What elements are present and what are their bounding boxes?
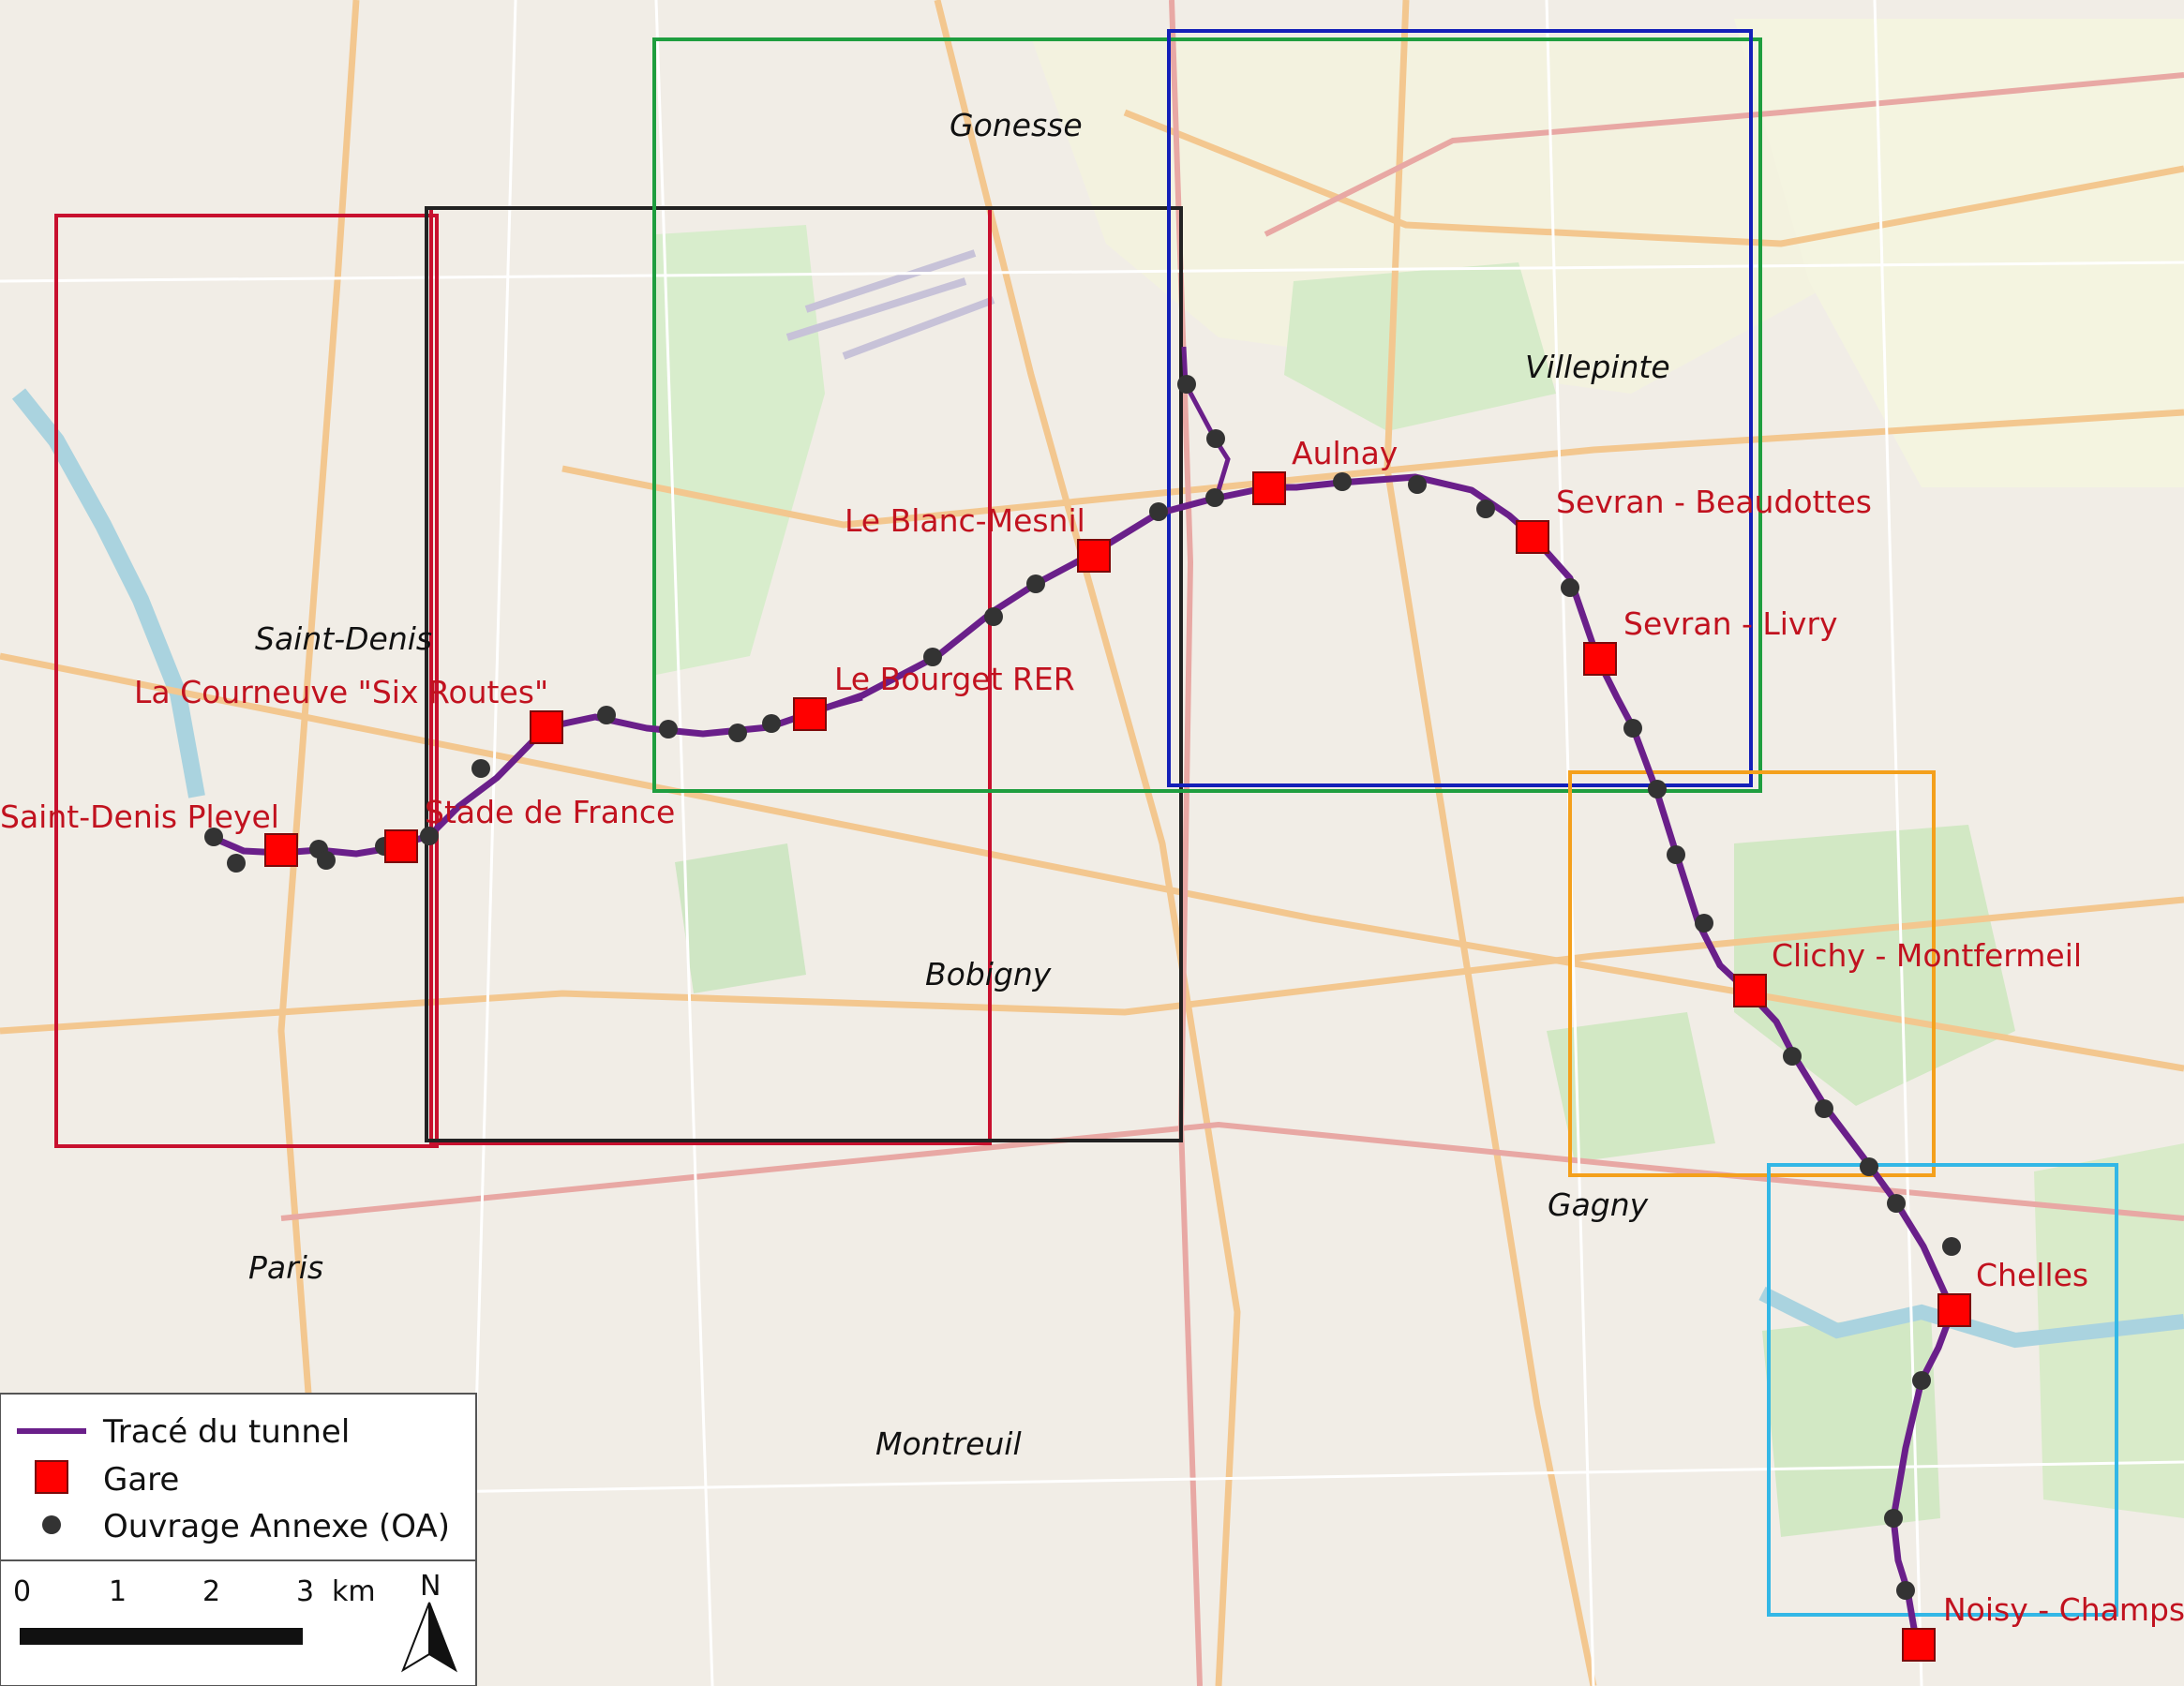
station-label-la-courneuve: La Courneuve "Six Routes" <box>134 674 548 710</box>
shaft <box>762 714 781 733</box>
shaft <box>1887 1194 1906 1213</box>
shaft <box>728 724 747 742</box>
legend-shaft-swatch <box>42 1515 61 1534</box>
shaft <box>1912 1371 1931 1390</box>
shaft <box>471 759 490 778</box>
scale-unit: km <box>332 1575 376 1608</box>
legend-station-label: Gare <box>103 1461 179 1499</box>
shaft <box>597 706 616 724</box>
scale-bar-seg-3 <box>208 1629 302 1644</box>
map-root: Saint-Denis Pleyel Stade de France La Co… <box>0 0 2184 1686</box>
shaft <box>1667 845 1685 864</box>
station-marker-chelles[interactable] <box>1937 1293 1971 1327</box>
station-marker-aulnay[interactable] <box>1252 471 1286 505</box>
legend-station-swatch <box>35 1460 68 1494</box>
tunnel-map[interactable]: Saint-Denis Pleyel Stade de France La Co… <box>0 0 2184 1686</box>
scale-tick-0: 0 <box>13 1575 31 1608</box>
city-label-gonesse: Gonesse <box>950 107 1083 143</box>
shaft <box>317 851 336 870</box>
shaft <box>1149 502 1168 521</box>
station-label-stade-de-france: Stade de France <box>425 794 675 830</box>
station-label-noisy-champs: Noisy - Champs <box>1943 1591 2184 1628</box>
shaft <box>1695 914 1713 933</box>
shaft <box>1884 1509 1903 1528</box>
city-label-paris: Paris <box>248 1249 323 1286</box>
shaft <box>1860 1157 1878 1176</box>
station-marker-saint-denis-pleyel[interactable] <box>264 833 298 867</box>
scale-tick-2: 2 <box>202 1575 220 1608</box>
station-label-le-bourget: Le Bourget RER <box>834 661 1075 697</box>
station-marker-le-blanc-mesnil[interactable] <box>1077 539 1111 573</box>
station-label-clichy-montfermeil: Clichy - Montfermeil <box>1772 937 2082 974</box>
city-label-bobigny: Bobigny <box>925 956 1052 992</box>
station-label-saint-denis-pleyel: Saint-Denis Pleyel <box>0 798 279 835</box>
legend-tunnel-label: Tracé du tunnel <box>102 1413 350 1451</box>
station-label-sevran-beaudottes: Sevran - Beaudottes <box>1556 484 1872 520</box>
city-label-gagny: Gagny <box>1548 1186 1649 1223</box>
scale-tick-3: 3 <box>296 1575 314 1608</box>
shaft <box>227 854 246 873</box>
station-label-chelles: Chelles <box>1976 1257 2088 1293</box>
city-label-montreuil: Montreuil <box>875 1425 1022 1462</box>
city-label-villepinte: Villepinte <box>1525 349 1670 385</box>
shaft <box>1206 429 1225 448</box>
shaft <box>1177 375 1196 394</box>
scale-bar-seg-2 <box>114 1629 208 1644</box>
station-marker-la-courneuve[interactable] <box>530 710 563 744</box>
city-label-saint-denis: Saint-Denis <box>255 620 432 657</box>
shaft <box>1333 472 1352 491</box>
shaft <box>1783 1047 1802 1066</box>
scale-panel: 0 1 2 3 km N <box>0 1559 477 1686</box>
shaft <box>1476 500 1495 518</box>
scale-tick-1: 1 <box>109 1575 127 1608</box>
shaft <box>1648 780 1667 798</box>
station-marker-stade-de-france[interactable] <box>384 829 418 863</box>
station-marker-sevran-beaudottes[interactable] <box>1516 520 1549 554</box>
scale-bar-seg-1 <box>21 1629 114 1644</box>
shaft <box>1561 578 1579 597</box>
shaft <box>1026 574 1045 593</box>
station-marker-noisy-champs[interactable] <box>1902 1628 1936 1662</box>
shaft <box>1942 1237 1961 1256</box>
station-marker-sevran-livry[interactable] <box>1583 642 1617 676</box>
north-label: N <box>420 1570 441 1603</box>
station-label-sevran-livry: Sevran - Livry <box>1623 605 1838 642</box>
shaft <box>1815 1099 1833 1118</box>
shaft <box>984 607 1003 626</box>
shaft <box>1205 488 1224 507</box>
station-marker-le-bourget[interactable] <box>793 697 827 731</box>
shaft <box>1408 475 1427 494</box>
station-marker-clichy-montfermeil[interactable] <box>1733 974 1767 1007</box>
shaft <box>1623 719 1642 738</box>
legend-shaft-label: Ouvrage Annexe (OA) <box>103 1508 450 1545</box>
station-label-aulnay: Aulnay <box>1292 435 1398 471</box>
legend: Tracé du tunnel Gare Ouvrage Annexe (OA) <box>0 1393 477 1561</box>
shaft <box>1896 1581 1915 1600</box>
station-label-le-blanc-mesnil: Le Blanc-Mesnil <box>845 502 1085 539</box>
shaft <box>659 720 678 739</box>
